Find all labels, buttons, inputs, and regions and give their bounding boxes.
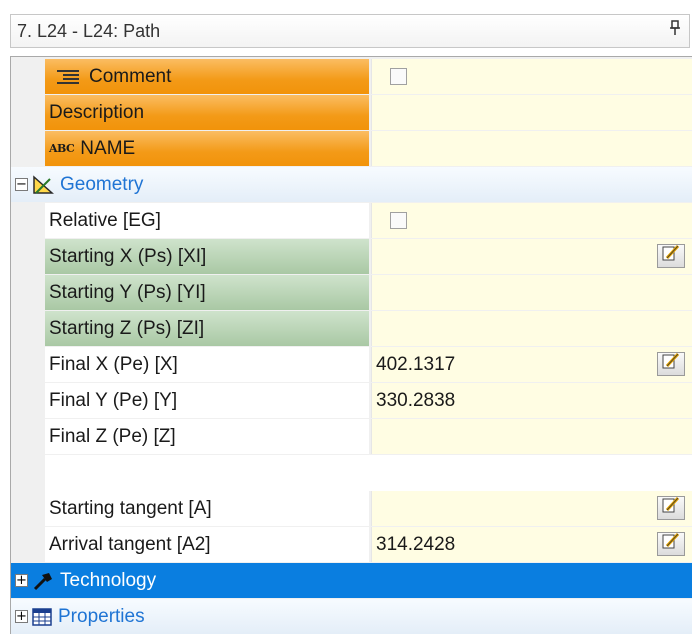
starting-tangent-value[interactable] bbox=[371, 491, 692, 526]
row-label: Starting Z (Ps) [ZI] bbox=[45, 311, 369, 346]
row-description[interactable]: Description bbox=[11, 95, 692, 131]
row-label-text: Relative [EG] bbox=[49, 209, 161, 231]
row-arrival-tangent[interactable]: Arrival tangent [A2] 314.2428 bbox=[11, 527, 692, 563]
arrival-tangent-value[interactable]: 314.2428 bbox=[371, 527, 692, 562]
row-label-text: Description bbox=[49, 101, 145, 123]
final-y-value[interactable]: 330.2838 bbox=[371, 383, 692, 418]
row-label: Final Z (Pe) [Z] bbox=[45, 419, 369, 454]
row-label-text: Starting X (Ps) [XI] bbox=[49, 245, 207, 267]
row-label: Starting tangent [A] bbox=[45, 491, 369, 526]
row-name[interactable]: ABC NAME bbox=[11, 131, 692, 167]
name-value[interactable] bbox=[371, 131, 692, 166]
comment-checkbox[interactable] bbox=[390, 68, 407, 85]
spacer-row bbox=[45, 455, 692, 491]
row-label-text: Final Z (Pe) [Z] bbox=[49, 425, 176, 447]
edit-icon bbox=[661, 244, 681, 268]
row-label: Final X (Pe) [X] bbox=[45, 347, 369, 382]
row-label: Starting X (Ps) [XI] bbox=[45, 239, 369, 274]
group-label: Technology bbox=[60, 569, 157, 591]
expand-toggle-icon[interactable]: + bbox=[15, 574, 28, 587]
comment-value[interactable] bbox=[371, 59, 692, 94]
group-technology[interactable]: + Technology bbox=[11, 563, 692, 598]
row-label-text: Comment bbox=[89, 65, 172, 87]
panel-title: 7. L24 - L24: Path bbox=[17, 20, 161, 41]
group-geometry[interactable]: − Geometry bbox=[11, 167, 692, 202]
row-label: Arrival tangent [A2] bbox=[45, 527, 369, 562]
row-relative[interactable]: Relative [EG] bbox=[11, 203, 692, 239]
row-label-text: Starting tangent [A] bbox=[49, 497, 212, 519]
row-starting-z[interactable]: Starting Z (Ps) [ZI] bbox=[11, 311, 692, 347]
edit-button[interactable] bbox=[657, 352, 685, 376]
row-final-x[interactable]: Final X (Pe) [X] 402.1317 bbox=[11, 347, 692, 383]
value-text: 330.2838 bbox=[376, 389, 456, 411]
group-properties[interactable]: + Properties bbox=[11, 599, 692, 634]
geometry-icon bbox=[32, 174, 54, 195]
comment-icon bbox=[49, 68, 83, 86]
starting-x-value[interactable] bbox=[371, 239, 692, 274]
row-final-y[interactable]: Final Y (Pe) [Y] 330.2838 bbox=[11, 383, 692, 419]
group-label: Properties bbox=[58, 605, 145, 627]
row-comment[interactable]: Comment bbox=[11, 59, 692, 95]
row-label: Starting Y (Ps) [YI] bbox=[45, 275, 369, 310]
edit-icon bbox=[661, 496, 681, 520]
row-label-text: Final X (Pe) [X] bbox=[49, 353, 178, 375]
row-label: ABC NAME bbox=[45, 131, 369, 166]
row-label: Final Y (Pe) [Y] bbox=[45, 383, 369, 418]
collapse-toggle-icon[interactable]: − bbox=[15, 178, 28, 191]
property-grid: Comment Description ABC NAME − Geometry … bbox=[10, 56, 692, 634]
description-value[interactable] bbox=[371, 95, 692, 130]
row-label-text: Arrival tangent [A2] bbox=[49, 533, 211, 555]
edit-button[interactable] bbox=[657, 532, 685, 556]
row-label: Relative [EG] bbox=[45, 203, 369, 238]
row-label: Description bbox=[45, 95, 369, 130]
pin-icon[interactable] bbox=[669, 20, 681, 40]
row-label-text: NAME bbox=[80, 137, 136, 159]
edit-button[interactable] bbox=[657, 496, 685, 520]
final-x-value[interactable]: 402.1317 bbox=[371, 347, 692, 382]
abc-icon: ABC bbox=[49, 142, 75, 155]
row-final-z[interactable]: Final Z (Pe) [Z] bbox=[11, 419, 692, 455]
expand-toggle-icon[interactable]: + bbox=[15, 610, 28, 623]
row-label-text: Final Y (Pe) [Y] bbox=[49, 389, 178, 411]
row-label: Comment bbox=[45, 59, 369, 94]
properties-icon bbox=[32, 607, 52, 626]
starting-z-value[interactable] bbox=[371, 311, 692, 346]
final-z-value[interactable] bbox=[371, 419, 692, 454]
edit-icon bbox=[661, 352, 681, 376]
row-starting-tangent[interactable]: Starting tangent [A] bbox=[11, 491, 692, 527]
row-label-text: Starting Y (Ps) [YI] bbox=[49, 281, 206, 303]
edit-icon bbox=[661, 532, 681, 556]
value-text: 314.2428 bbox=[376, 533, 456, 555]
row-starting-x[interactable]: Starting X (Ps) [XI] bbox=[11, 239, 692, 275]
row-starting-y[interactable]: Starting Y (Ps) [YI] bbox=[11, 275, 692, 311]
row-label-text: Starting Z (Ps) [ZI] bbox=[49, 317, 205, 339]
value-text: 402.1317 bbox=[376, 353, 456, 375]
relative-value[interactable] bbox=[371, 203, 692, 238]
group-label: Geometry bbox=[60, 173, 144, 195]
edit-button[interactable] bbox=[657, 244, 685, 268]
relative-checkbox[interactable] bbox=[390, 212, 407, 229]
panel-titlebar: 7. L24 - L24: Path bbox=[10, 14, 690, 48]
technology-icon bbox=[32, 571, 54, 591]
starting-y-value[interactable] bbox=[371, 275, 692, 310]
